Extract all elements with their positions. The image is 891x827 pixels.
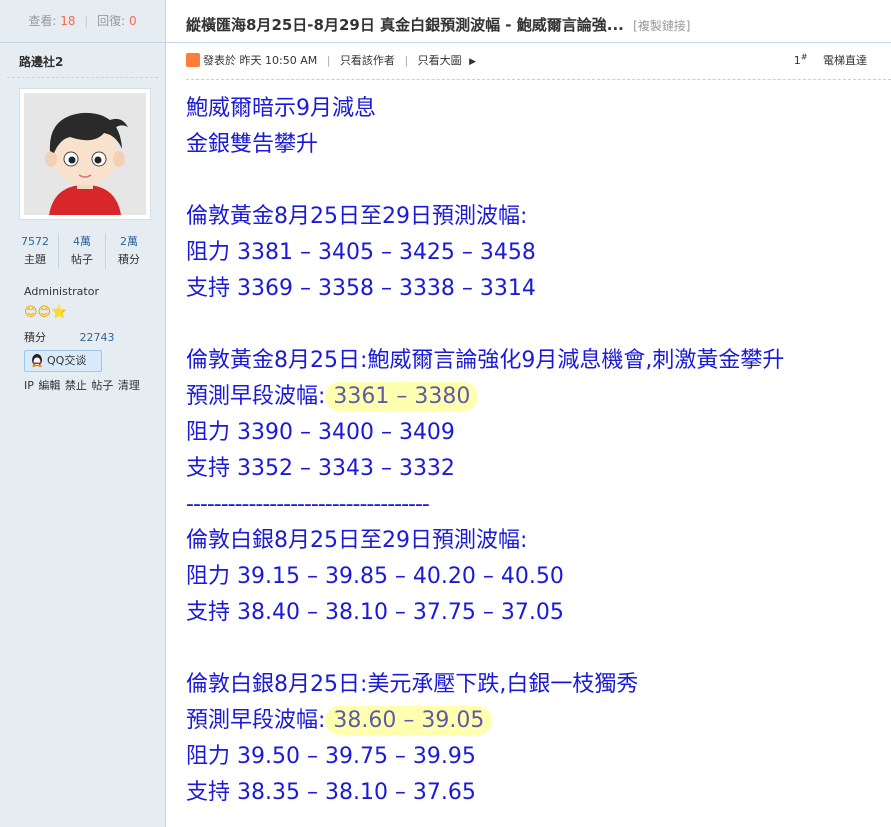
meta-separator: | — [326, 54, 331, 67]
sidebar-divider — [7, 77, 158, 78]
qq-chat-label: QQ交谈 — [47, 354, 87, 367]
replies-label: 回復: — [97, 14, 126, 28]
post-line: 預測早段波幅: 38.60 – 39.05 — [186, 703, 876, 739]
qq-penguin-icon — [32, 354, 42, 367]
post-line: 倫敦白銀8月25日至29日預測波幅: — [186, 528, 528, 553]
post-line: 阻力 3381 – 3405 – 3425 – 3458 — [186, 240, 536, 265]
stat-credits[interactable]: 2萬 積分 — [106, 233, 152, 269]
stat-credits-label: 積分 — [118, 253, 140, 266]
post-line: 金銀雙告攀升 — [186, 132, 319, 157]
replies-count: 0 — [129, 14, 137, 28]
post-line: 倫敦白銀8月25日:美元承壓下跌,白銀一枝獨秀 — [186, 672, 639, 697]
moderation-links[interactable]: IP 編輯 禁止 帖子 清理 — [24, 377, 140, 393]
stats-separator: | — [84, 14, 89, 28]
stat-threads[interactable]: 7572 主題 — [12, 233, 59, 269]
stat-threads-value: 7572 — [21, 235, 49, 248]
only-author-link[interactable]: 只看該作者 — [340, 54, 395, 67]
floor-number: 1 — [793, 54, 801, 67]
views-label: 查看: — [28, 14, 57, 28]
author-username[interactable]: 路邊社2 — [19, 53, 63, 70]
stat-posts-value: 4萬 — [73, 235, 91, 248]
post-line: 支持 3352 – 3343 – 3332 — [186, 456, 455, 481]
post-line: 支持 38.35 – 38.10 – 37.65 — [186, 780, 476, 805]
post-line: 支持 3369 – 3358 – 3338 – 3314 — [186, 276, 536, 301]
floor-info: 1# 電梯直達 — [794, 52, 867, 68]
forecast-label: 預測早段波幅: — [186, 708, 326, 733]
post-line: 阻力 39.50 – 39.75 – 39.95 — [186, 744, 476, 769]
floor-hash: # — [800, 52, 808, 62]
thread-title-wrap: 縱橫匯海8月25日-8月29日 真金白銀預測波幅 - 鮑威爾言論強... [複製… — [186, 14, 690, 35]
jump-to-floor-button[interactable]: 電梯直達 — [823, 54, 867, 67]
post-meta: 發表於 昨天 10:50 AM | 只看該作者 | 只看大圖 ▶ 1# 電梯直達 — [186, 52, 891, 72]
highlighted-range: 3361 – 3380 — [325, 382, 479, 411]
post-line: 支持 38.40 – 38.10 – 37.75 – 37.05 — [186, 600, 564, 625]
thread-header: 查看: 18 | 回復: 0 縱橫匯海8月25日-8月29日 真金白銀預測波幅 … — [0, 0, 891, 43]
qq-chat-button[interactable]: QQ交谈 — [24, 350, 102, 372]
credits-label: 積分 — [24, 331, 46, 344]
avatar[interactable] — [19, 88, 151, 220]
post-time: 發表於 昨天 10:50 AM — [203, 54, 318, 67]
post-line: 阻力 3390 – 3400 – 3409 — [186, 420, 455, 445]
credits-row: 積分 22743 — [24, 329, 115, 345]
stat-credits-value: 2萬 — [120, 235, 138, 248]
post-body: 鮑威爾暗示9月減息 金銀雙告攀升 倫敦黃金8月25日至29日預測波幅: 阻力 3… — [186, 91, 876, 811]
post-line: 阻力 39.15 – 39.85 – 40.20 – 40.50 — [186, 564, 564, 589]
thread-stats: 查看: 18 | 回復: 0 — [0, 0, 166, 42]
forecast-label: 預測早段波幅: — [186, 384, 326, 409]
post-line: 預測早段波幅: 3361 – 3380 — [186, 379, 876, 415]
meta-divider — [186, 79, 891, 80]
post-line: 鮑威爾暗示9月減息 — [186, 96, 376, 121]
credits-value: 22743 — [79, 331, 115, 344]
meta-separator: | — [404, 54, 409, 67]
views-count: 18 — [60, 14, 76, 28]
copy-link-button[interactable]: [複製鏈接] — [633, 19, 690, 33]
stat-posts-label: 帖子 — [71, 253, 93, 266]
avatar-image-icon — [24, 93, 146, 215]
post-line: 倫敦黃金8月25日:鮑威爾言論強化9月減息機會,刺激黃金攀升 — [186, 348, 785, 373]
online-status-icon — [186, 53, 200, 67]
divider-line: ----------------------------------- — [186, 492, 430, 517]
post-line: 倫敦黃金8月25日至29日預測波幅: — [186, 204, 528, 229]
stat-posts[interactable]: 4萬 帖子 — [59, 233, 106, 269]
thread-title[interactable]: 縱橫匯海8月25日-8月29日 真金白銀預測波幅 - 鮑威爾言論強... — [186, 16, 624, 34]
highlighted-range: 38.60 – 39.05 — [325, 706, 493, 735]
rank-stars-icon: 😊😊⭐ — [24, 305, 68, 320]
stat-threads-label: 主題 — [24, 253, 46, 266]
large-image-link[interactable]: 只看大圖 — [418, 54, 462, 67]
user-group[interactable]: Administrator — [24, 285, 99, 298]
play-arrow-icon[interactable]: ▶ — [469, 57, 476, 67]
author-stats: 7572 主題 4萬 帖子 2萬 積分 — [12, 233, 152, 269]
author-sidebar: 路邊社2 7572 主題 4萬 帖子 2萬 積分 Administrator 😊… — [0, 43, 166, 827]
